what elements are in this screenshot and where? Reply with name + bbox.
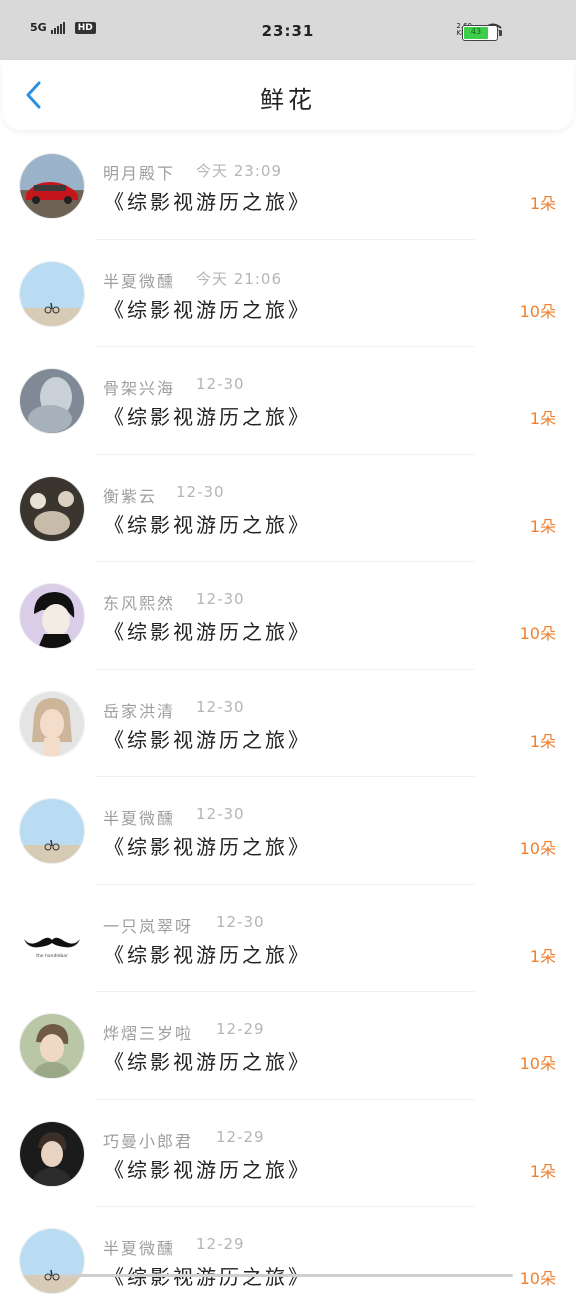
battery-tip [499,30,502,36]
battery-percent: 43 [470,27,482,36]
user-name: 半夏微醺 [103,271,176,291]
avatar-group-image [20,476,84,541]
book-title: 《综影视游历之旅》 [104,512,311,537]
page-title: 鲜花 [260,86,316,114]
user-name: 半夏微醺 [103,809,176,828]
timestamp: 12-30 [196,590,245,608]
avatar-mustache-image: the handlebar [20,906,84,971]
avatar[interactable] [19,1013,85,1079]
list-item[interactable]: 骨架兴海 12-30 《综影视游历之旅》 1朵 [0,347,576,455]
book-title: 《综影视游历之旅》 [104,835,311,859]
avatar[interactable] [19,368,85,434]
header-bar: 鲜花 [2,60,574,130]
list-item[interactable]: 半夏微醺 12-30 《综影视游历之旅》 10朵 [0,777,576,885]
list-item[interactable]: 衡紫云 12-30 《综影视游历之旅》 1朵 [0,455,576,562]
user-name: 明月殿下 [103,164,176,183]
book-title: 《综影视游历之旅》 [104,297,311,322]
book-title: 《综影视游历之旅》 [104,405,311,429]
user-name: 岳家洪清 [103,701,176,721]
timestamp: 12-30 [216,912,265,931]
avatar[interactable] [19,690,85,757]
avatar-anime-boy-image [20,584,84,648]
avatar[interactable] [19,1120,85,1187]
user-name: 东风熙然 [103,594,176,613]
avatar[interactable] [19,1228,85,1294]
avatar[interactable] [19,260,85,327]
book-title: 《综影视游历之旅》 [104,620,311,644]
avatar[interactable]: the handlebar [19,905,85,972]
flower-count: 1朵 [529,409,556,428]
book-title: 《综影视游历之旅》 [104,727,311,752]
avatar-car-image [20,154,84,218]
book-title: 《综影视游历之旅》 [104,1050,311,1074]
avatar-dark-boy-image [20,1121,84,1186]
user-name: 衡紫云 [103,486,158,506]
flower-count: 10朵 [519,1054,556,1073]
user-name: 半夏微醺 [103,1239,176,1258]
user-name: 巧曼小郎君 [103,1131,194,1151]
flower-count: 10朵 [519,1269,556,1288]
avatar-blurred-figure-image [20,369,84,433]
list-item[interactable]: 东风熙然 12-30 《综影视游历之旅》 10朵 [0,562,576,670]
timestamp: 今天 21:06 [196,269,282,288]
flower-count: 1朵 [529,731,556,751]
avatar-cyclist-image [20,799,84,863]
avatar[interactable] [19,153,85,219]
list-item[interactable]: 明月殿下 今天 23:09 《综影视游历之旅》 1朵 [0,132,576,240]
avatar[interactable] [19,798,85,864]
list-item[interactable]: 半夏微醺 12-29 《综影视游历之旅》 10朵 [0,1207,576,1315]
flower-count: 10朵 [519,301,556,321]
flower-count: 1朵 [529,516,556,536]
flower-count: 10朵 [519,839,556,858]
user-name: 烨熠三岁啦 [103,1024,194,1043]
flower-count: 1朵 [529,946,556,966]
timestamp: 12-29 [216,1127,265,1146]
avatar[interactable] [19,475,85,542]
timestamp: 12-29 [196,1235,245,1253]
timestamp: 12-29 [216,1020,265,1038]
list-item[interactable]: 烨熠三岁啦 12-29 《综影视游历之旅》 10朵 [0,992,576,1100]
list-item[interactable]: the handlebar 一只岚翠呀 12-30 《综影视游历之旅》 1朵 [0,885,576,992]
list-item[interactable]: 岳家洪清 12-30 《综影视游历之旅》 1朵 [0,670,576,777]
timestamp: 今天 23:09 [196,162,282,180]
status-bar: 5G HD 23:31 2.60 KB/s 43 [0,0,576,60]
avatar-cyclist-image [20,261,84,326]
list-item[interactable]: 半夏微醺 今天 21:06 《综影视游历之旅》 10朵 [0,240,576,347]
timestamp: 12-30 [196,697,245,716]
flower-record-list: 明月殿下 今天 23:09 《综影视游历之旅》 1朵 半夏微醺 今天 21:06… [0,132,576,1315]
flower-count: 1朵 [529,194,556,213]
list-item[interactable]: 巧曼小郎君 12-29 《综影视游历之旅》 1朵 [0,1100,576,1207]
book-title: 《综影视游历之旅》 [104,190,311,214]
avatar-boy-image [20,1014,84,1078]
battery-icon: 43 [462,25,502,41]
user-name: 一只岚翠呀 [103,916,194,936]
avatar-cyclist-image [20,1229,84,1293]
timestamp: 12-30 [176,482,225,501]
timestamp: 12-30 [196,375,245,393]
avatar[interactable] [19,583,85,649]
flower-count: 10朵 [519,624,556,643]
book-title: 《综影视游历之旅》 [104,1157,311,1182]
avatar-girl-image [20,691,84,756]
timestamp: 12-30 [196,805,245,823]
scroll-indicator [60,1274,513,1277]
user-name: 骨架兴海 [103,379,176,398]
book-title: 《综影视游历之旅》 [104,942,311,967]
flower-count: 1朵 [529,1161,556,1181]
mustache-caption: the handlebar [36,953,68,959]
